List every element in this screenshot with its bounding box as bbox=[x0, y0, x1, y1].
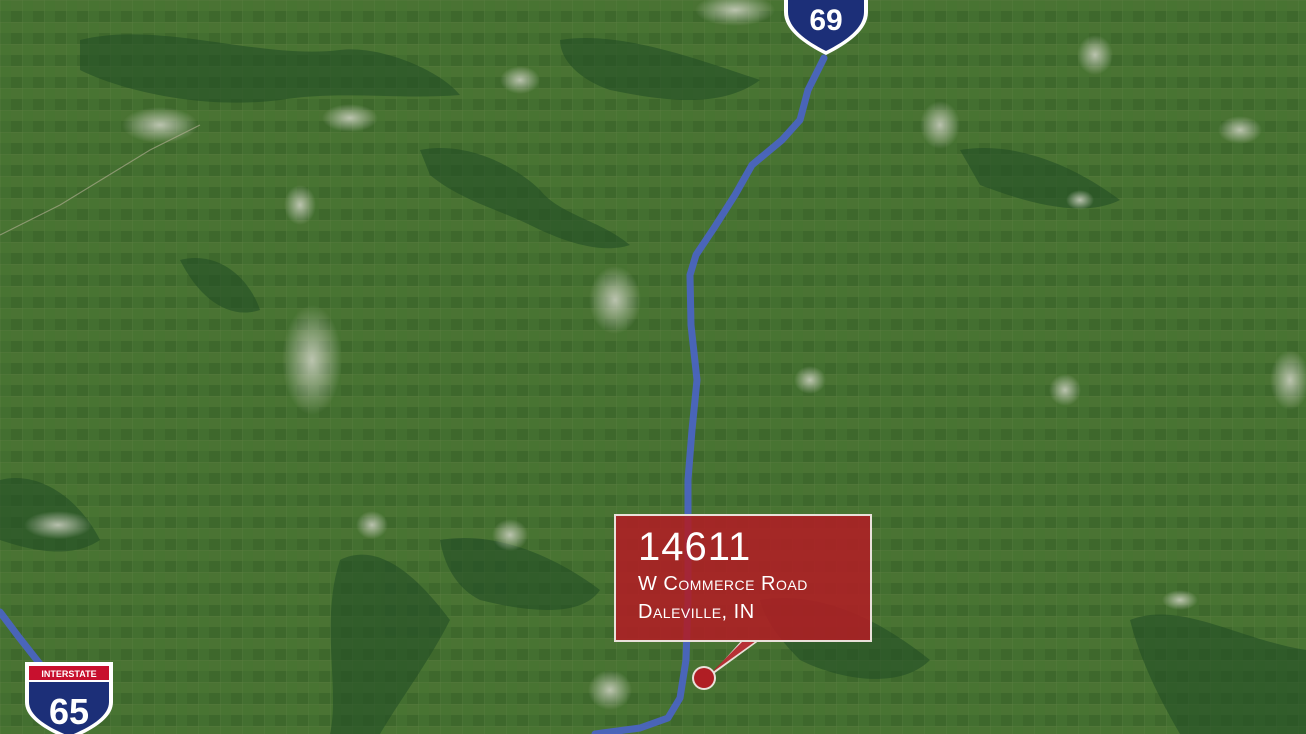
address-city: Daleville, IN bbox=[638, 601, 755, 623]
address-street: W Commerce Road bbox=[638, 573, 808, 595]
address-number: 14611 bbox=[638, 525, 752, 569]
address-callout[interactable]: 14611 W Commerce Road Daleville, IN bbox=[614, 514, 872, 642]
i65-shield-icon[interactable]: INTERSTATE 65 bbox=[25, 662, 113, 734]
i65-shield-banner: INTERSTATE bbox=[41, 669, 96, 679]
i69-shield-number: 69 bbox=[809, 4, 842, 37]
location-marker-icon[interactable] bbox=[692, 666, 716, 690]
i65-shield-number: 65 bbox=[49, 691, 89, 732]
